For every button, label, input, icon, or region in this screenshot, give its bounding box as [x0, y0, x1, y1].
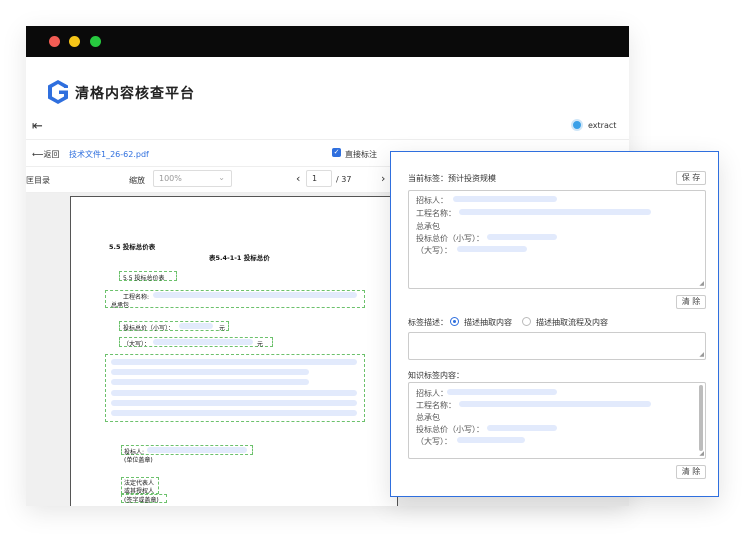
pdf-page: 5.5 投标总价表 表5.4-1-1 投标总价 5.5 投标总价表 工程名称: … [70, 196, 398, 506]
doc-rep-line3: (签字或盖章) [124, 497, 159, 504]
extract-line: 投标总价（小写）： [416, 234, 484, 243]
clear-button[interactable]: 清 除 [676, 295, 706, 309]
clear-button[interactable]: 清 除 [676, 465, 706, 479]
app-title: 清格内容核查平台 [75, 86, 195, 102]
close-window-dot[interactable] [49, 36, 60, 47]
save-button[interactable]: 保 存 [676, 171, 706, 185]
radio-extract-content-label: 描述抽取内容 [464, 318, 512, 327]
redacted-bar [179, 323, 213, 329]
back-button[interactable]: ⟵返回 [32, 149, 59, 160]
doc-general-contract: 总承包 [111, 302, 130, 309]
toc-button[interactable]: 匡目录 [26, 175, 50, 186]
resize-grip-icon[interactable]: ◢ [699, 281, 704, 287]
redacted-bar [457, 246, 527, 252]
zoom-label: 缩放 [129, 176, 145, 185]
tag-description-textarea[interactable]: ◢ [408, 332, 706, 360]
page-current: 1 [312, 174, 318, 183]
extract-line: 总承包 [416, 222, 440, 231]
knowledge-line: 招标人： [416, 389, 448, 398]
redacted-bar [111, 379, 309, 385]
menu-collapse-icon[interactable]: ⇤ [32, 120, 43, 134]
avatar-icon [571, 119, 583, 131]
knowledge-line: 投标总价（小写）： [416, 425, 484, 434]
radio-extract-process[interactable] [522, 317, 531, 326]
chevron-down-icon: ⌄ [218, 173, 225, 182]
file-name-link[interactable]: 技术文件1_26-62.pdf [69, 149, 149, 160]
knowledge-content-textarea[interactable]: 招标人： 工程名称： 总承包 投标总价（小写）： （大写）： ◢ [408, 382, 706, 459]
user-menu[interactable]: extract [571, 119, 616, 131]
radio-extract-process-label: 描述抽取流程及内容 [536, 318, 608, 327]
minimize-window-dot[interactable] [69, 36, 80, 47]
page-number-input[interactable]: 1 [306, 170, 332, 187]
direct-mark-checkbox[interactable]: ✓ [332, 148, 341, 157]
doc-total-small-label: 投标总价（小写）： [123, 325, 175, 332]
redacted-bar [111, 400, 357, 406]
redacted-bar [487, 425, 557, 431]
doc-total-big-unit: 元 [257, 341, 264, 348]
prev-page-icon[interactable]: ‹ [296, 172, 300, 185]
zoom-value: 100% [159, 174, 182, 183]
redacted-bar [447, 389, 557, 395]
redacted-bar [487, 234, 557, 240]
current-tag-label: 当前标签：预计投资规模 [408, 174, 496, 183]
redacted-bar [459, 401, 651, 407]
user-name: extract [588, 120, 617, 130]
doc-total-big-label: （大写）： [123, 341, 151, 348]
resize-grip-icon[interactable]: ◢ [699, 352, 704, 358]
extract-content-textarea[interactable]: 招标人： 工程名称： 总承包 投标总价（小写）： （大写）： ◢ [408, 190, 706, 289]
zoom-select[interactable]: 100% ⌄ [153, 170, 232, 187]
redacted-bar [153, 292, 357, 298]
knowledge-content-label: 知识标签内容： [408, 371, 464, 380]
extract-line: 工程名称： [416, 209, 456, 218]
page-total: / 37 [336, 175, 352, 184]
redacted-bar [111, 410, 357, 416]
redacted-bar [459, 209, 651, 215]
doc-total-small-unit: 元 [219, 325, 226, 332]
resize-grip-icon[interactable]: ◢ [699, 451, 704, 457]
tag-description-label: 标签描述： [408, 318, 448, 327]
direct-mark-label: 直接标注 [345, 150, 377, 159]
platform-logo-icon [48, 80, 68, 104]
textarea-scrollbar[interactable] [699, 385, 703, 451]
doc-bidder-seal: (单位盖章) [124, 457, 153, 464]
knowledge-line: （大写）： [416, 437, 452, 446]
next-page-icon[interactable]: › [381, 172, 385, 185]
redacted-bar [111, 359, 357, 365]
redacted-bar [457, 437, 525, 443]
redacted-bar [111, 390, 357, 396]
extract-line: 招标人： [416, 196, 448, 205]
maximize-window-dot[interactable] [90, 36, 101, 47]
tag-editor-panel: 当前标签：预计投资规模 保 存 招标人： 工程名称： 总承包 投标总价（小写）：… [390, 151, 719, 497]
redacted-bar [147, 447, 247, 453]
doc-table-title: 表5.4-1-1 投标总价 [209, 254, 270, 262]
knowledge-line: 总承包 [416, 413, 440, 422]
redacted-bar [111, 369, 309, 375]
app-header: 清格内容核查平台 ⇤ extract [26, 57, 629, 139]
knowledge-line: 工程名称： [416, 401, 456, 410]
redacted-bar [453, 196, 557, 202]
radio-extract-content[interactable] [450, 317, 459, 326]
screen: 清格内容核查平台 ⇤ extract ⟵返回 技术文件1_26-62.pdf ✓… [0, 0, 751, 541]
redacted-bar [153, 339, 253, 345]
title-bar [26, 26, 629, 57]
doc-section-title: 5.5 投标总价表 [123, 275, 165, 282]
extract-line: （大写）： [416, 246, 452, 255]
doc-heading: 5.5 投标总价表 [109, 243, 156, 251]
